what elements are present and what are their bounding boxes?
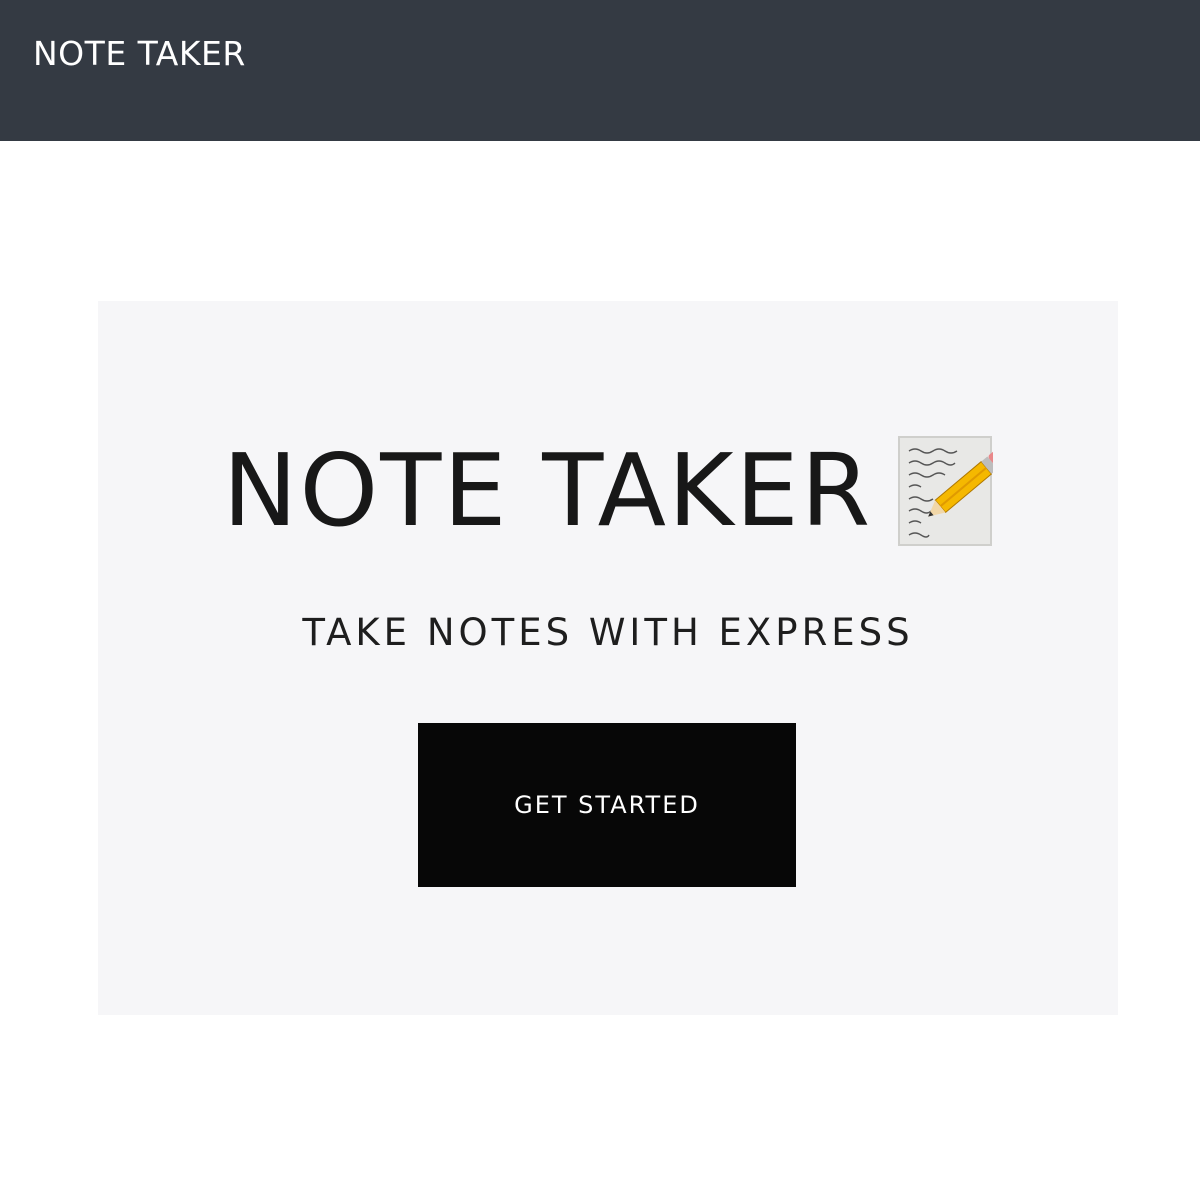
get-started-button[interactable]: GET STARTED xyxy=(418,723,796,887)
navbar-brand-link[interactable]: NOTE TAKER xyxy=(33,34,246,74)
memo-icon xyxy=(897,435,1005,547)
hero-title: NOTE TAKER xyxy=(222,432,873,549)
hero-title-row: NOTE TAKER xyxy=(98,431,1118,551)
navbar: NOTE TAKER xyxy=(0,0,1200,141)
hero-subtitle: TAKE NOTES WITH EXPRESS xyxy=(302,611,914,654)
hero-jumbotron: NOTE TAKER TAKE NOTES WITH EXPRESS GET S… xyxy=(98,301,1118,1015)
